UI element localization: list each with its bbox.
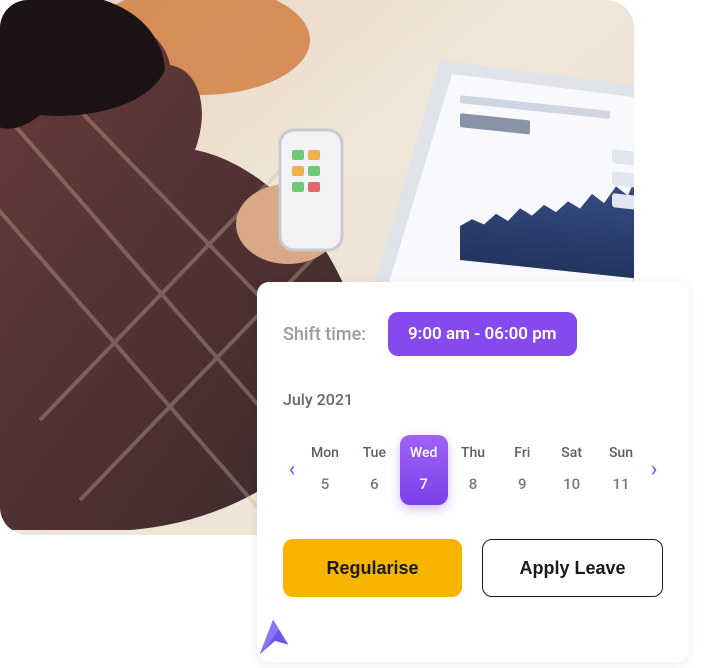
day-sat[interactable]: Sat 10 (548, 435, 596, 505)
day-number: 11 (597, 475, 645, 493)
previous-week-button[interactable]: ‹ (283, 459, 301, 481)
day-wed[interactable]: Wed 7 (400, 435, 448, 505)
day-name: Fri (498, 445, 546, 461)
week-picker: ‹ Mon 5 Tue 6 Wed 7 Thu 8 Fri 9 (283, 435, 663, 505)
shift-row: Shift time: 9:00 am - 06:00 pm (283, 312, 663, 356)
shift-time-badge: 9:00 am - 06:00 pm (388, 312, 577, 356)
day-number: 6 (350, 475, 398, 493)
day-sun[interactable]: Sun 11 (597, 435, 645, 505)
day-number: 7 (400, 475, 448, 493)
days-row: Mon 5 Tue 6 Wed 7 Thu 8 Fri 9 Sat 10 (301, 435, 645, 505)
day-name: Mon (301, 445, 349, 461)
day-name: Thu (449, 445, 497, 461)
day-fri[interactable]: Fri 9 (498, 435, 546, 505)
day-thu[interactable]: Thu 8 (449, 435, 497, 505)
shift-time-label: Shift time: (283, 324, 366, 345)
month-label: July 2021 (283, 390, 663, 409)
apply-leave-button[interactable]: Apply Leave (482, 539, 663, 597)
attendance-card: Shift time: 9:00 am - 06:00 pm July 2021… (257, 282, 689, 662)
cursor-arrow-icon (252, 616, 298, 662)
day-name: Tue (350, 445, 398, 461)
action-row: Regularise Apply Leave (283, 539, 663, 597)
day-tue[interactable]: Tue 6 (350, 435, 398, 505)
day-name: Sun (597, 445, 645, 461)
day-mon[interactable]: Mon 5 (301, 435, 349, 505)
next-week-button[interactable]: › (645, 459, 663, 481)
day-number: 9 (498, 475, 546, 493)
day-number: 5 (301, 475, 349, 493)
day-name: Wed (400, 445, 448, 461)
regularise-button[interactable]: Regularise (283, 539, 462, 597)
day-number: 8 (449, 475, 497, 493)
day-name: Sat (548, 445, 596, 461)
day-number: 10 (548, 475, 596, 493)
